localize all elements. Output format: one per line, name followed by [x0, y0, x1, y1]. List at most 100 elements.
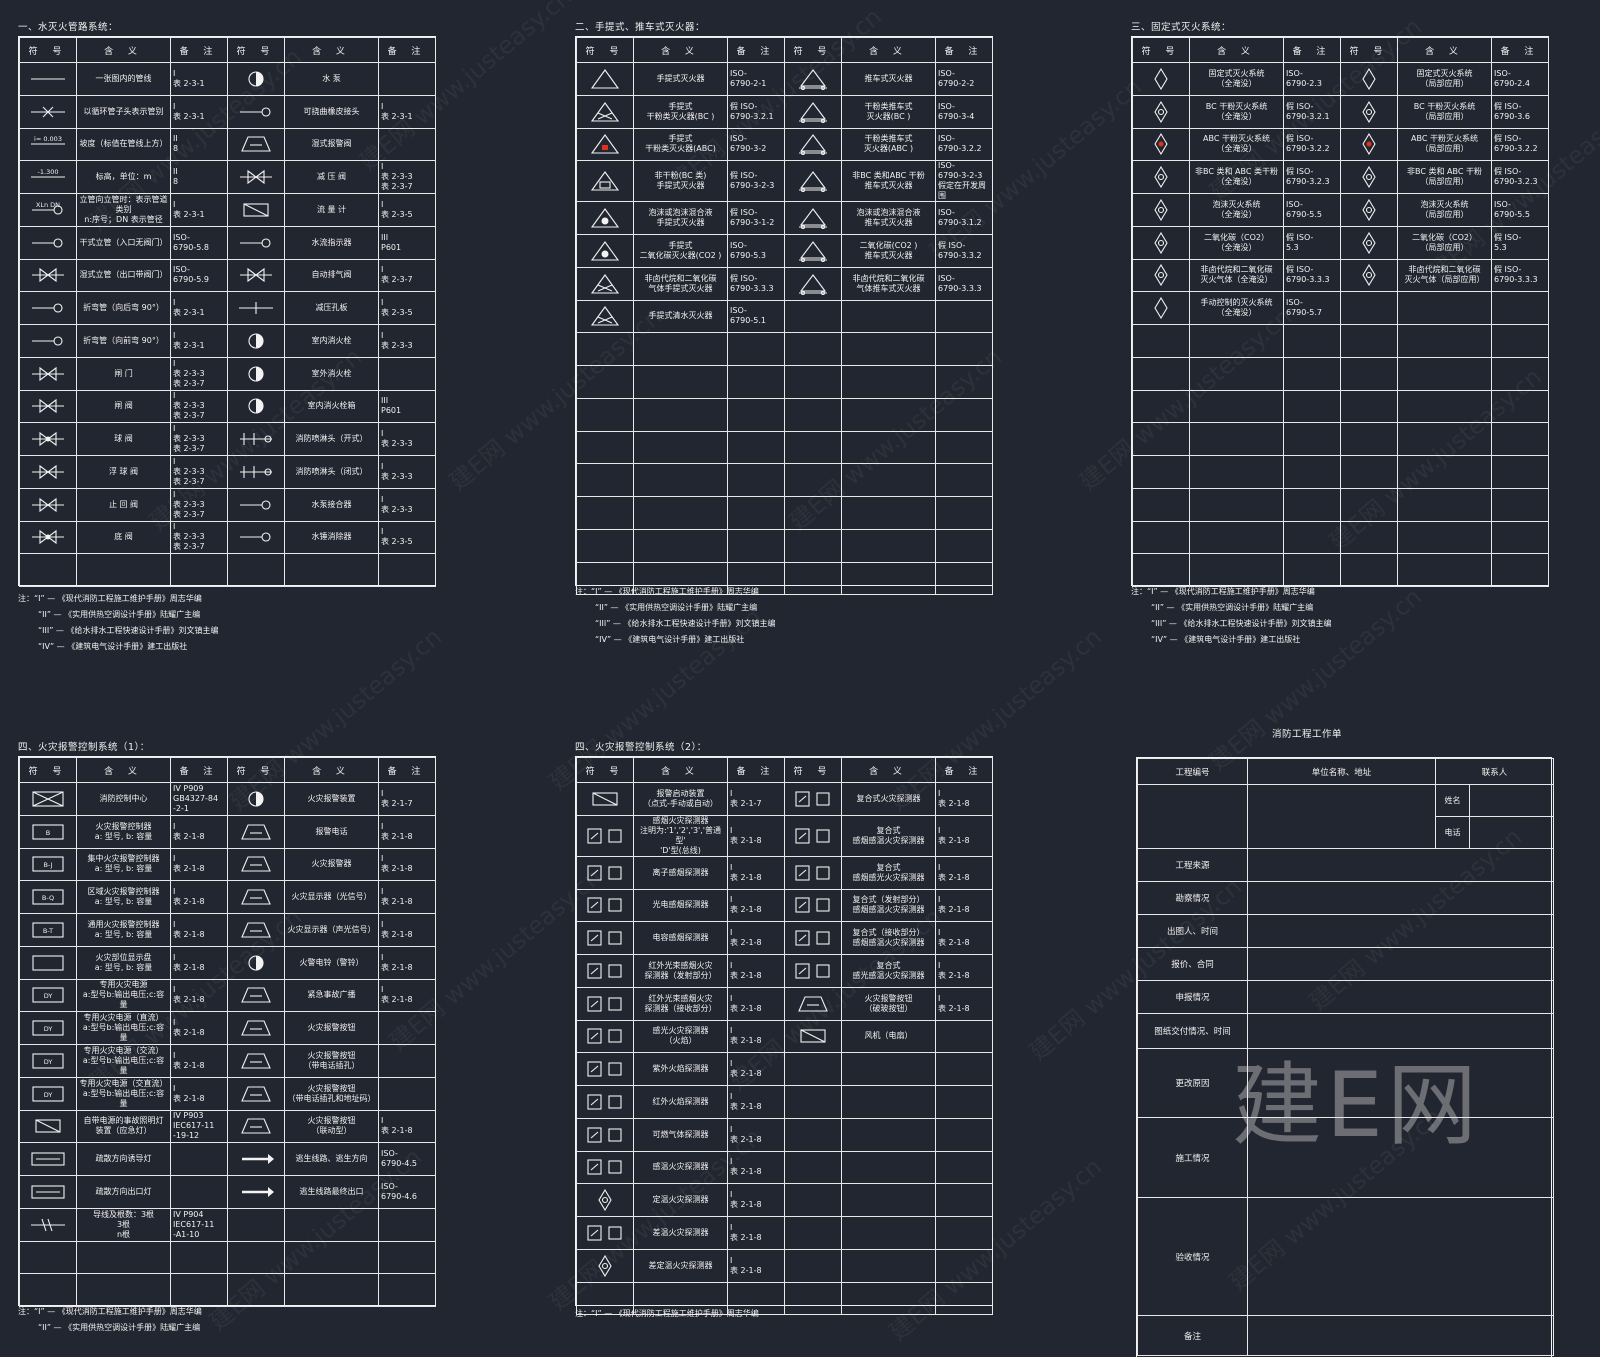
remark-cell: I 表 2-1-8: [727, 1216, 785, 1250]
column-header: 含 义: [841, 37, 936, 63]
contact-label: 电话: [1435, 816, 1470, 849]
pump-icon: [227, 62, 285, 96]
remark-cell: ISO- 6790-2-1: [727, 62, 785, 96]
symbol-cell: [1340, 324, 1398, 358]
meaning-cell: 闸 阀: [76, 389, 171, 424]
dy-ac-power-icon: DY: [19, 1044, 77, 1078]
remark-cell: 假 ISO- 6790-3-2-3: [727, 160, 785, 203]
contact-header: 联系人: [1434, 758, 1555, 785]
meaning-cell: 非干粉(BC 类) 手提式灭火器: [633, 160, 728, 203]
evacuation-sign-icon: [19, 1142, 77, 1176]
emergency-broadcast-icon: [227, 978, 285, 1013]
remark-cell: I 表 2-1-7: [727, 782, 785, 816]
meaning-cell: 自动排气阀: [284, 258, 379, 293]
table-row: 一张图内的管线 I 表 2-3-1 水 泵: [19, 62, 436, 96]
column-header: 备 注: [935, 37, 993, 63]
meaning-cell: 非卤代烷和二氧化碳 灭火气体（全淹没）: [1189, 258, 1284, 293]
symbol-cell: [576, 463, 634, 497]
ir-beam-rx-icon: [576, 986, 634, 1021]
work-row-label: 勘察情况: [1137, 881, 1248, 915]
symbol-cell: [227, 1240, 285, 1275]
symbol-cell: [576, 332, 634, 366]
work-row-value: [1246, 947, 1555, 981]
outdoor-hydrant-icon: [227, 356, 285, 391]
alarm-phone-icon: [227, 814, 285, 849]
section-title-water: 一、水灭火管路系统：: [18, 22, 119, 33]
meaning-cell: [633, 397, 728, 432]
remark-cell: I 表 2-1-8: [378, 814, 436, 849]
foam-fixed-icon: [1132, 193, 1190, 227]
remark-cell: 假 ISO- 6790-3.3.2: [935, 234, 993, 268]
remark-cell: 假 ISO- 6790-3.2.2: [1283, 127, 1341, 162]
meaning-cell: 非BC 类和ABC 干粉 推车式灭火器: [841, 160, 936, 203]
meaning-cell: [841, 1117, 936, 1152]
remark-cell: [727, 463, 785, 497]
meaning-cell: [1189, 422, 1284, 456]
column-header: 符 号: [576, 37, 634, 63]
meaning-cell: 红外光束感烟火灾 探测器（接收部分）: [633, 986, 728, 1021]
remark-cell: I 表 2-1-8: [727, 1052, 785, 1086]
meaning-cell: [1189, 324, 1284, 358]
remark-cell: ISO- 6790-3-4: [935, 94, 993, 129]
table-row: [576, 528, 993, 563]
remark-cell: ISO- 6790-3-2: [727, 127, 785, 162]
remark-cell: I 表 2-1-8: [727, 954, 785, 988]
table-row: B 火灾报警控制器 a: 型号, b: 容量 I 表 2-1-8 报警电话 I 表 2-…: [19, 814, 436, 849]
alarm-start-icon: [576, 782, 634, 816]
manual-fixed-icon: [1132, 291, 1190, 325]
meaning-cell: [1397, 324, 1492, 358]
meaning-cell: 湿式报警阀: [284, 127, 379, 162]
abc-fixed-icon: [1132, 127, 1190, 162]
table-row: 止 回 阀I 表 2-3-3 表 2-3-7 水泵接合器 I 表 2-3-3: [19, 487, 436, 522]
meaning-cell: 火灾报警按钮 （联动型）: [284, 1109, 379, 1144]
work-row-value: [1246, 980, 1555, 1014]
meaning-cell: [1397, 291, 1492, 325]
work-row-value: [1246, 1315, 1555, 1356]
remark-cell: I 表 2-3-5: [378, 193, 436, 227]
remark-cell: I 表 2-1-8: [378, 945, 436, 980]
table-header-row: 符 号含 义备 注符 号含 义备 注: [19, 757, 436, 783]
meaning-cell: [284, 1240, 379, 1275]
remark-cell: I 表 2-1-8: [170, 1076, 228, 1111]
remark-cell: IV P903 IEC617-11 -19-12: [170, 1109, 228, 1144]
symbol-cell: [1340, 520, 1398, 555]
flex-joint-icon: [227, 94, 285, 129]
symbol-table: 符 号含 义备 注符 号含 义备 注一张图内的管线 I 表 2-3-1 水 泵以循环…: [19, 37, 436, 587]
work-row-label: 申报情况: [1137, 980, 1248, 1014]
meaning-cell: 泡沫灭火系统 （全淹没）: [1189, 193, 1284, 227]
remark-cell: ISO- 6790-2.4: [1491, 62, 1549, 96]
composite-beam-tx-icon: [784, 888, 842, 923]
table-row: 自带电源的事故照明灯 装置（应急灯） IV P903 IEC617-11 -19-…: [19, 1109, 436, 1144]
meaning-cell: 感温火灾探测器: [633, 1150, 728, 1185]
meaning-cell: 区域火灾报警控制器 a: 型号, b: 容量: [76, 880, 171, 914]
foam-fixed-local-icon: [1340, 193, 1398, 227]
remark-cell: I 表 2-1-8: [727, 1117, 785, 1152]
meaning-cell: 折弯管（向前弯 90°）: [76, 324, 171, 358]
remark-cell: I 表 2-1-8: [935, 921, 993, 955]
meaning-cell: 火灾报警装置: [284, 782, 379, 816]
work-header-row: 工程编号 单位名称、地址 联系人: [1137, 758, 1555, 785]
escape-route-icon: [227, 1142, 285, 1176]
smoke-detector-icon: [576, 814, 634, 857]
remark-cell: [1283, 389, 1341, 424]
remark-cell: ISO- 6790-2-2: [935, 62, 993, 96]
meaning-cell: 报警启动装置 （点式-手动或自动）: [633, 782, 728, 816]
meaning-cell: [1397, 553, 1492, 587]
meaning-cell: 手动控制的灭火系统 （全淹没）: [1189, 291, 1284, 325]
remark-cell: [935, 1183, 993, 1217]
symbol-cell: [1340, 487, 1398, 522]
remark-cell: II 8: [170, 160, 228, 194]
remark-cell: I 表 2-3-1: [170, 62, 228, 96]
meaning-cell: [76, 1240, 171, 1275]
work-row-value: [1246, 1197, 1555, 1316]
fire-location-icon: [19, 945, 77, 980]
table-row: 红外火焰探测器 I 表 2-1-8: [576, 1085, 993, 1119]
halon-fixed-icon: [1132, 258, 1190, 293]
meaning-cell: 浮 球 阀: [76, 455, 171, 489]
remark-cell: [1283, 356, 1341, 391]
table-row: 导线及根数：3根 3根 n根 IV P904 IEC617-11 -A1-10: [19, 1207, 436, 1242]
remark-cell: [1283, 455, 1341, 489]
symbol-cell: [576, 528, 634, 563]
table-header-row: 符 号含 义备 注符 号含 义备 注: [19, 37, 436, 63]
remark-cell: III P601: [378, 389, 436, 424]
